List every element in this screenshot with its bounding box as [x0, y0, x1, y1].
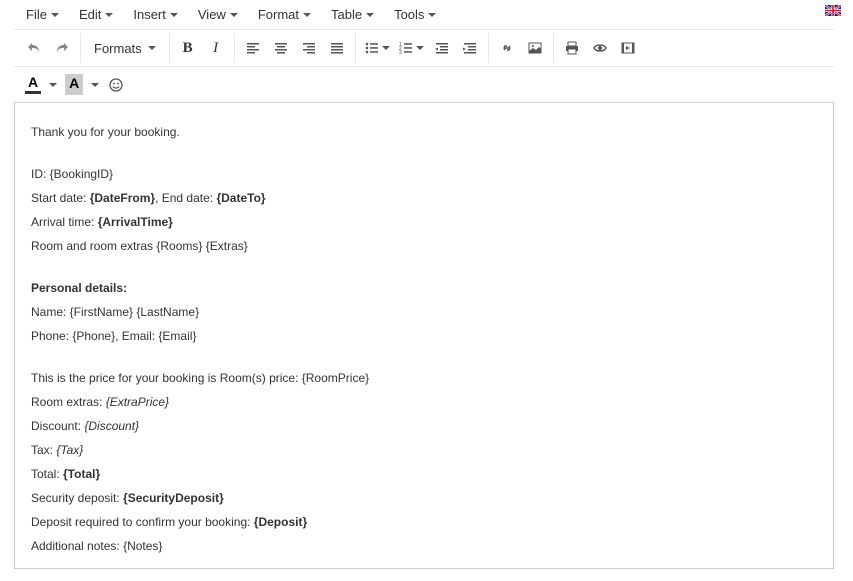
redo-button[interactable] — [48, 35, 76, 61]
rich-text-editor: File Edit Insert View Format Table Tools… — [14, 0, 834, 569]
align-right-button[interactable] — [295, 35, 323, 61]
menu-table-label: Table — [331, 7, 362, 22]
media-button[interactable] — [614, 35, 642, 61]
preview-button[interactable] — [586, 35, 614, 61]
body-line: Deposit required to confirm your booking… — [31, 513, 817, 531]
menu-view-label: View — [198, 7, 226, 22]
editor-body[interactable]: Thank you for your booking. ID: {Booking… — [15, 103, 833, 569]
body-line: Phone: {Phone}, Email: {Email} — [31, 327, 817, 345]
bg-color-sample: A — [65, 74, 83, 95]
caret-icon — [382, 46, 390, 50]
caret-icon — [49, 83, 57, 87]
bullet-list-button[interactable] — [360, 35, 394, 61]
body-line: Room and room extras {Rooms} {Extras} — [31, 237, 817, 255]
caret-icon — [91, 83, 99, 87]
indent-icon — [462, 40, 478, 56]
text-color-dropdown[interactable] — [46, 72, 60, 98]
caret-icon — [148, 46, 156, 50]
text-color-button[interactable]: A — [20, 72, 46, 98]
caret-icon — [416, 46, 424, 50]
redo-icon — [54, 40, 70, 56]
language-flag-uk[interactable] — [825, 4, 841, 15]
body-line: Start date: {DateFrom}, End date: {DateT… — [31, 189, 817, 207]
align-right-icon — [301, 40, 317, 56]
caret-icon — [230, 13, 238, 17]
emoticons-button[interactable] — [102, 72, 130, 98]
image-icon — [527, 40, 543, 56]
align-left-button[interactable] — [239, 35, 267, 61]
menu-tools-label: Tools — [394, 7, 424, 22]
editor-scroll-area[interactable]: Thank you for your booking. ID: {Booking… — [14, 103, 834, 569]
menu-view[interactable]: View — [188, 3, 248, 26]
smiley-icon — [108, 77, 124, 93]
body-line: Room extras: {ExtraPrice} — [31, 393, 817, 411]
menu-file[interactable]: File — [16, 3, 69, 26]
body-line: Additional notes: {Notes} — [31, 537, 817, 555]
caret-icon — [170, 13, 178, 17]
link-icon — [499, 40, 515, 56]
background-color-button[interactable]: A — [60, 72, 88, 98]
formats-dropdown[interactable]: Formats — [85, 35, 165, 61]
align-center-button[interactable] — [267, 35, 295, 61]
body-line: This is the price for your booking is Ro… — [31, 369, 817, 387]
align-justify-icon — [329, 40, 345, 56]
body-line: Arrival time: {ArrivalTime} — [31, 213, 817, 231]
italic-button[interactable]: I — [202, 35, 230, 61]
print-button[interactable] — [558, 35, 586, 61]
toolbar-secondary: A A — [14, 67, 834, 103]
media-icon — [620, 40, 636, 56]
caret-icon — [303, 13, 311, 17]
body-line: Name: {FirstName} {LastName} — [31, 303, 817, 321]
align-left-icon — [245, 40, 261, 56]
align-center-icon — [273, 40, 289, 56]
text-color-sample: A — [25, 75, 41, 94]
body-line: Discount: {Discount} — [31, 417, 817, 435]
undo-icon — [26, 40, 42, 56]
menu-insert-label: Insert — [133, 7, 166, 22]
print-icon — [564, 40, 580, 56]
body-line: Total: {Total} — [31, 465, 817, 483]
indent-button[interactable] — [456, 35, 484, 61]
menu-format[interactable]: Format — [248, 3, 321, 26]
body-line: Tax: {Tax} — [31, 441, 817, 459]
caret-icon — [105, 13, 113, 17]
bullet-list-icon — [364, 40, 380, 56]
caret-icon — [366, 13, 374, 17]
bold-button[interactable]: B — [174, 35, 202, 61]
body-heading: Personal details: — [31, 279, 817, 297]
undo-button[interactable] — [20, 35, 48, 61]
menu-tools[interactable]: Tools — [384, 3, 446, 26]
image-button[interactable] — [521, 35, 549, 61]
caret-icon — [428, 13, 436, 17]
body-line: Security deposit: {SecurityDeposit} — [31, 489, 817, 507]
menu-file-label: File — [26, 7, 47, 22]
link-button[interactable] — [493, 35, 521, 61]
formats-label: Formats — [94, 41, 142, 56]
outdent-icon — [434, 40, 450, 56]
menu-table[interactable]: Table — [321, 3, 384, 26]
body-line: ID: {BookingID} — [31, 165, 817, 183]
caret-icon — [51, 13, 59, 17]
menu-insert[interactable]: Insert — [123, 3, 188, 26]
toolbar-primary: Formats B I 123 — [14, 30, 834, 67]
menubar: File Edit Insert View Format Table Tools — [14, 0, 834, 30]
numbered-list-icon: 123 — [398, 40, 414, 56]
svg-text:3: 3 — [399, 50, 402, 56]
menu-edit[interactable]: Edit — [69, 3, 123, 26]
menu-format-label: Format — [258, 7, 299, 22]
outdent-button[interactable] — [428, 35, 456, 61]
align-justify-button[interactable] — [323, 35, 351, 61]
background-color-dropdown[interactable] — [88, 72, 102, 98]
eye-icon — [592, 40, 608, 56]
body-line: Thank you for your booking. — [31, 123, 817, 141]
menu-edit-label: Edit — [79, 7, 101, 22]
numbered-list-button[interactable]: 123 — [394, 35, 428, 61]
